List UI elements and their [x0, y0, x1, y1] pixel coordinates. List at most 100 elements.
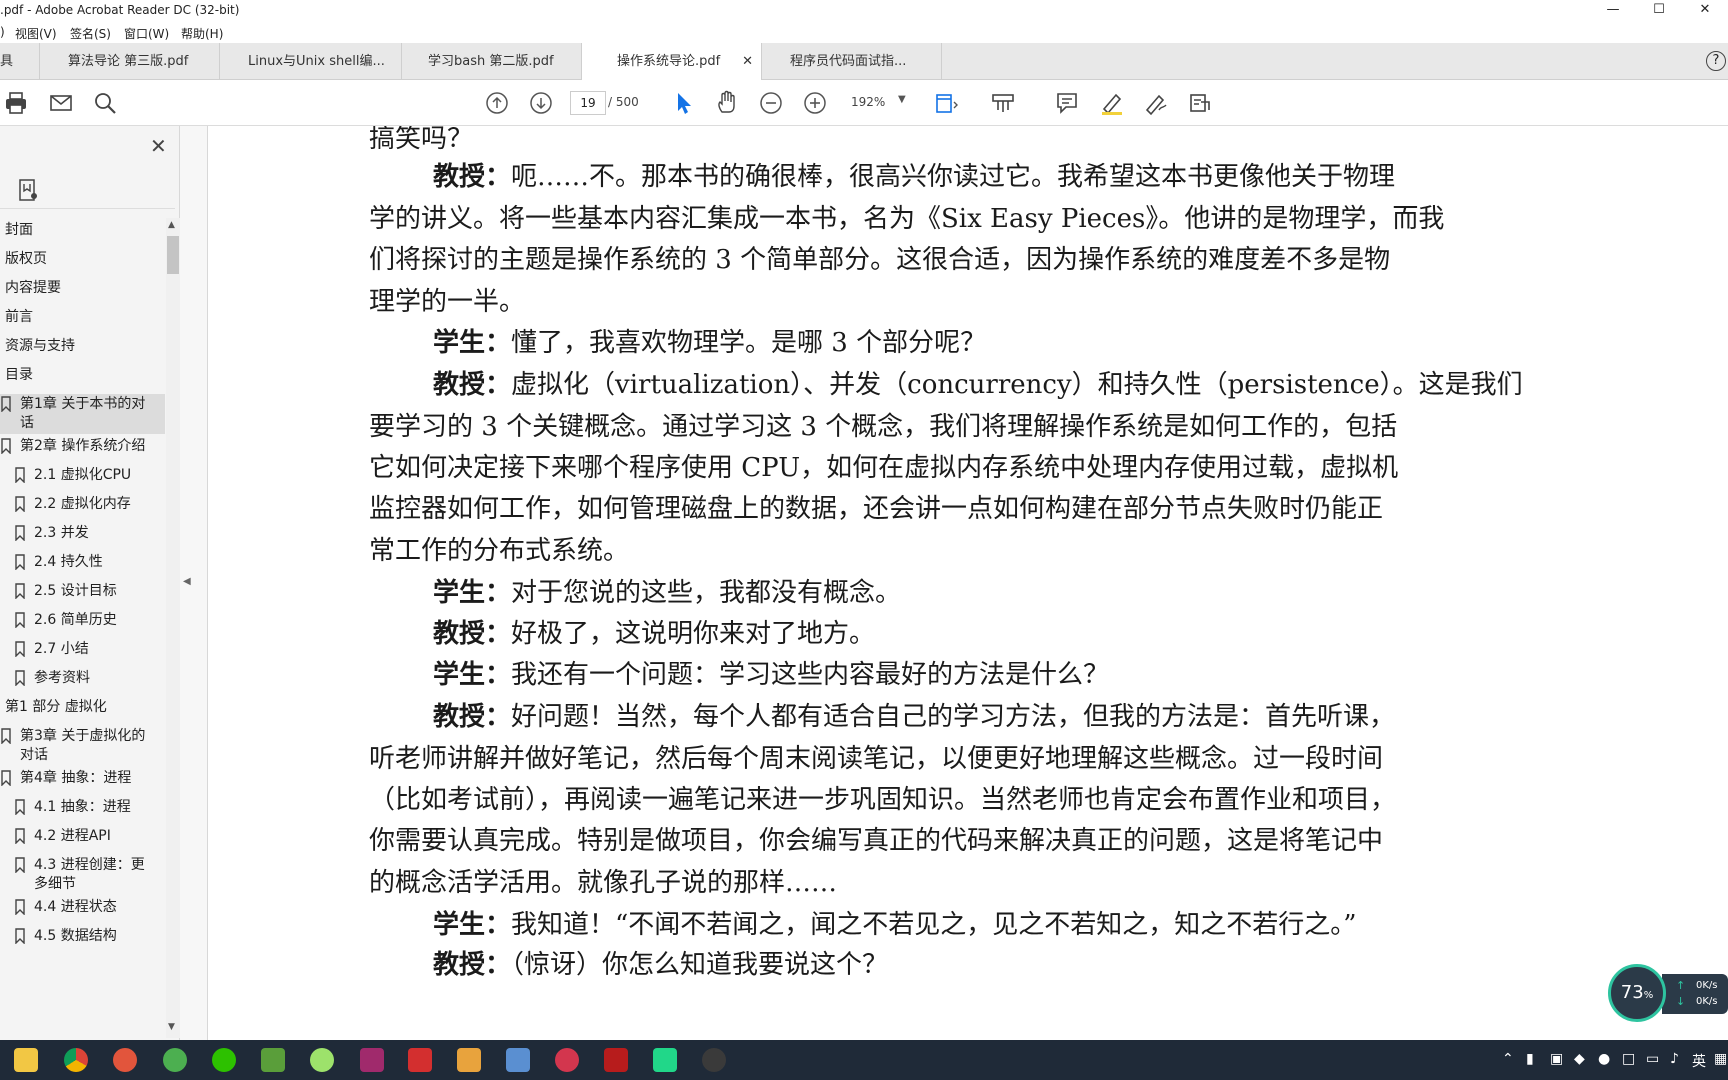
bookmark-item[interactable]: 2.5 设计目标: [0, 581, 165, 603]
menu-item-help[interactable]: 帮助(H): [181, 25, 223, 42]
app-book-icon[interactable]: [506, 1048, 530, 1072]
keyboard-tools-icon[interactable]: [990, 90, 1016, 116]
tray-app2-icon[interactable]: ▣: [1550, 1051, 1563, 1067]
tray-network-icon[interactable]: □: [1622, 1051, 1635, 1067]
page-number-input[interactable]: 19: [570, 91, 606, 115]
acrobat-icon[interactable]: [408, 1048, 432, 1072]
app-bulb-icon[interactable]: [310, 1048, 334, 1072]
tab-coding-interview[interactable]: 程序员代码面试指...: [762, 43, 942, 80]
bookmark-item[interactable]: 第2章 操作系统介绍: [0, 436, 165, 458]
email-icon[interactable]: [48, 90, 74, 116]
filezilla-icon[interactable]: [604, 1048, 628, 1072]
bookmark-item[interactable]: 第3章 关于虚拟化的 对话: [0, 726, 165, 766]
print-icon[interactable]: [3, 90, 29, 116]
bookmark-label: 2.6 简单历史: [34, 612, 117, 628]
page-down-icon[interactable]: [528, 90, 554, 116]
netease-music-icon[interactable]: [555, 1048, 579, 1072]
line-text: 你需要认真完成。特别是做项目，你会编写真正的代码来解决真正的问题，这是将笔记中: [369, 826, 1384, 856]
bookmark-item[interactable]: 2.7 小结: [0, 639, 165, 661]
bookmark-item[interactable]: 4.4 进程状态: [0, 897, 165, 919]
bookmark-item[interactable]: 2.1 虚拟化CPU: [0, 465, 165, 487]
minimize-button[interactable]: —: [1590, 0, 1636, 22]
tab-bash[interactable]: 学习bash 第二版.pdf: [402, 43, 582, 80]
line-text: 理学的一半。: [369, 287, 526, 317]
scroll-down-icon[interactable]: ▼: [168, 1022, 175, 1032]
comment-icon[interactable]: [1054, 90, 1080, 116]
bookmark-item[interactable]: 参考资料: [0, 668, 165, 690]
obs-icon[interactable]: [702, 1048, 726, 1072]
tray-app-icon[interactable]: ▮: [1526, 1051, 1534, 1067]
page-up-icon[interactable]: [484, 90, 510, 116]
zoom-in-icon[interactable]: [802, 90, 828, 116]
bookmark-label: 2.3 并发: [34, 525, 89, 541]
close-window-button[interactable]: ✕: [1682, 0, 1728, 22]
bookmark-options-icon[interactable]: [18, 178, 40, 202]
file-explorer-icon[interactable]: [14, 1048, 38, 1072]
notepad-icon[interactable]: [261, 1048, 285, 1072]
close-panel-icon[interactable]: ✕: [150, 134, 167, 158]
tab-close-icon[interactable]: ✕: [742, 43, 753, 80]
tray-volume-icon[interactable]: ♪: [1670, 1051, 1679, 1067]
hand-tool-icon[interactable]: [714, 90, 740, 116]
bookmark-item[interactable]: 2.6 简单历史: [0, 610, 165, 632]
select-cursor-icon[interactable]: [670, 90, 696, 116]
stamp-tool-icon[interactable]: [1187, 90, 1213, 116]
app-green-icon[interactable]: [163, 1048, 187, 1072]
bookmark-item[interactable]: 2.3 并发: [0, 523, 165, 545]
bookmark-item[interactable]: 资源与支持: [0, 336, 165, 358]
line-text: 的概念活学活用。就像孔子说的那样……: [369, 868, 838, 898]
bookmark-item[interactable]: 第1 部分 虚拟化: [0, 697, 165, 719]
bookmark-item[interactable]: 内容提要: [0, 278, 165, 300]
bookmark-scroll-thumb[interactable]: [167, 236, 179, 274]
search-icon[interactable]: [92, 90, 118, 116]
bookmark-item[interactable]: 4.1 抽象：进程: [0, 797, 165, 819]
tray-security-icon[interactable]: ◆: [1574, 1051, 1585, 1067]
tray-keyboard-icon[interactable]: ▦: [1714, 1051, 1727, 1067]
collapse-panel-icon[interactable]: ◀: [183, 576, 191, 587]
tray-overflow-icon[interactable]: ⌃: [1502, 1051, 1514, 1067]
menu-item-sign[interactable]: 签名(S): [70, 25, 111, 42]
network-speed-widget[interactable]: ↑ 0K/s ↓ 0K/s 73%: [1608, 964, 1728, 1024]
panel-splitter[interactable]: ◀: [180, 126, 208, 1040]
sign-icon[interactable]: [1143, 90, 1169, 116]
highlight-icon[interactable]: [1099, 90, 1125, 116]
bookmark-item[interactable]: 第1章 关于本书的对话: [0, 394, 165, 434]
maximize-button[interactable]: ☐: [1636, 0, 1682, 22]
help-icon[interactable]: ?: [1706, 51, 1726, 71]
zoom-out-icon[interactable]: [758, 90, 784, 116]
zoom-dropdown-icon[interactable]: ▼: [898, 94, 906, 105]
bookmark-item[interactable]: 封面: [0, 220, 165, 242]
menu-item-window[interactable]: 窗口(W): [124, 25, 169, 42]
bookmark-item[interactable]: 4.3 进程创建：更 多细节: [0, 855, 165, 895]
tray-battery-icon[interactable]: ▭: [1646, 1051, 1659, 1067]
tab-tools[interactable]: 具: [0, 43, 40, 80]
intellij-icon[interactable]: [360, 1048, 384, 1072]
bookmark-item[interactable]: 前言: [0, 307, 165, 329]
zoom-level[interactable]: 192%: [851, 95, 885, 109]
fit-page-icon[interactable]: [934, 90, 960, 116]
menu-item-view[interactable]: 视图(V): [15, 25, 57, 42]
bookmark-icon: [14, 857, 26, 879]
app-snail-icon[interactable]: [113, 1048, 137, 1072]
bookmark-item[interactable]: 目录: [0, 365, 165, 387]
document-view[interactable]: 搞笑吗？ 教授：呃……不。那本书的确很棒，很高兴你读过它。我希望这本书更像他关于物…: [209, 126, 1728, 1040]
chrome-icon[interactable]: [64, 1048, 88, 1072]
bookmark-item[interactable]: 第4章 抽象：进程: [0, 768, 165, 790]
input-method-indicator[interactable]: 英: [1692, 1051, 1706, 1071]
bookmark-label: 版权页: [5, 251, 47, 267]
tab-os-intro[interactable]: 操作系统导论.pdf ✕: [582, 43, 762, 81]
scroll-up-icon[interactable]: ▲: [168, 220, 175, 230]
tab-linux-shell[interactable]: Linux与Unix shell编...: [220, 43, 402, 80]
wechat-icon[interactable]: [212, 1048, 236, 1072]
bookmark-scrollbar[interactable]: [166, 218, 180, 1038]
bookmark-item[interactable]: 4.2 进程API: [0, 826, 165, 848]
pycharm-icon[interactable]: [653, 1048, 677, 1072]
menu-item-edge[interactable]: ): [0, 25, 5, 39]
bookmark-item[interactable]: 2.4 持久性: [0, 552, 165, 574]
bookmark-item[interactable]: 4.5 数据结构: [0, 926, 165, 948]
bookmark-item[interactable]: 2.2 虚拟化内存: [0, 494, 165, 516]
tab-algorithms[interactable]: 算法导论 第三版.pdf: [40, 43, 220, 80]
sourcetree-icon[interactable]: [457, 1048, 481, 1072]
bookmark-item[interactable]: 版权页: [0, 249, 165, 271]
tray-wechat-icon[interactable]: ●: [1598, 1051, 1610, 1067]
